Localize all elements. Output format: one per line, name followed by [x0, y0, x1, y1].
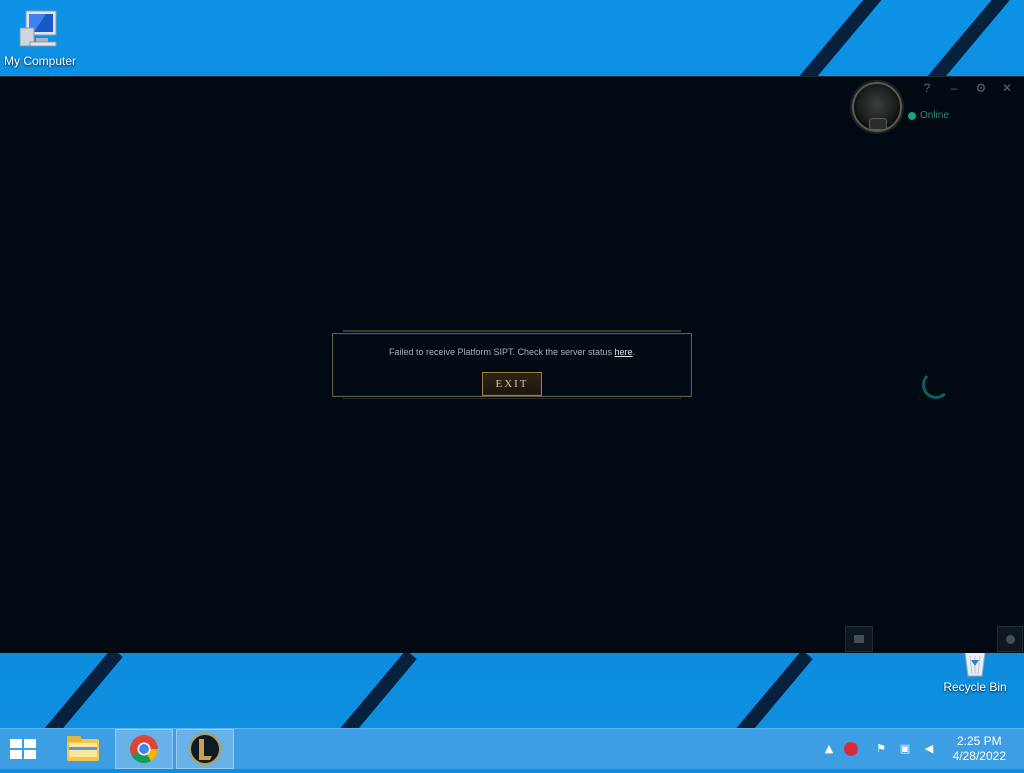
wallpaper-stripe: [34, 648, 123, 728]
recycle-bin-shortcut[interactable]: Recycle Bin: [935, 648, 1015, 694]
chat-button[interactable]: [845, 626, 873, 652]
my-computer-label: My Computer: [3, 54, 77, 68]
error-message-end: .: [632, 347, 636, 357]
error-message: Failed to receive Platform SIPT. Check t…: [333, 347, 691, 357]
taskbar-file-explorer[interactable]: [54, 729, 112, 769]
wallpaper-stripe: [724, 650, 813, 728]
close-button[interactable]: ✕: [998, 81, 1016, 95]
folder-icon: [67, 736, 99, 761]
action-center-flag-icon[interactable]: ⚑: [874, 742, 888, 756]
network-icon[interactable]: ▣: [898, 742, 912, 756]
exit-button[interactable]: EXIT: [482, 372, 542, 396]
summoner-avatar[interactable]: [852, 82, 902, 132]
windows-logo-pane: [10, 750, 22, 759]
league-client-window: Online ? – ⚙ ✕ Failed to receive Platfor…: [0, 76, 1024, 653]
help-button[interactable]: ?: [918, 81, 936, 95]
taskbar-chrome[interactable]: [115, 729, 173, 769]
windows-logo-icon: [10, 739, 22, 748]
clock-date: 4/28/2022: [952, 749, 1006, 763]
taskbar: ▲ ⚑ ▣ ◀ 2:25 PM 4/28/2022: [0, 728, 1024, 769]
my-computer-shortcut[interactable]: My Computer: [0, 8, 80, 68]
loading-spinner-icon: [922, 371, 950, 399]
gear-icon: [1005, 635, 1015, 644]
league-of-legends-icon: [189, 733, 221, 765]
server-status-link[interactable]: here: [615, 347, 633, 357]
app-tray-icon[interactable]: [844, 742, 858, 756]
friends-settings-button[interactable]: [997, 626, 1023, 652]
recycle-bin-label: Recycle Bin: [943, 680, 1007, 694]
chat-icon: [854, 635, 864, 643]
show-hidden-icons-icon[interactable]: ▲: [822, 742, 836, 756]
status-online-icon: [908, 112, 916, 120]
windows-logo-pane: [24, 739, 36, 748]
wallpaper-stripe: [328, 650, 417, 728]
clock-time: 2:25 PM: [956, 734, 1002, 748]
start-button[interactable]: [10, 739, 38, 761]
taskbar-clock[interactable]: 2:25 PM 4/28/2022: [953, 734, 1006, 764]
error-message-text: Failed to receive Platform SIPT. Check t…: [388, 347, 615, 357]
minimize-button[interactable]: –: [945, 81, 963, 95]
error-dialog: Failed to receive Platform SIPT. Check t…: [332, 330, 692, 399]
computer-icon: [16, 8, 64, 52]
status-text: Online: [920, 110, 949, 121]
volume-muted-icon[interactable]: ◀: [922, 742, 936, 756]
dialog-divider: [343, 398, 681, 399]
chrome-icon: [130, 735, 158, 763]
settings-button[interactable]: ⚙: [972, 81, 990, 95]
taskbar-league-client[interactable]: [176, 729, 234, 769]
windows-logo-pane: [24, 750, 36, 759]
